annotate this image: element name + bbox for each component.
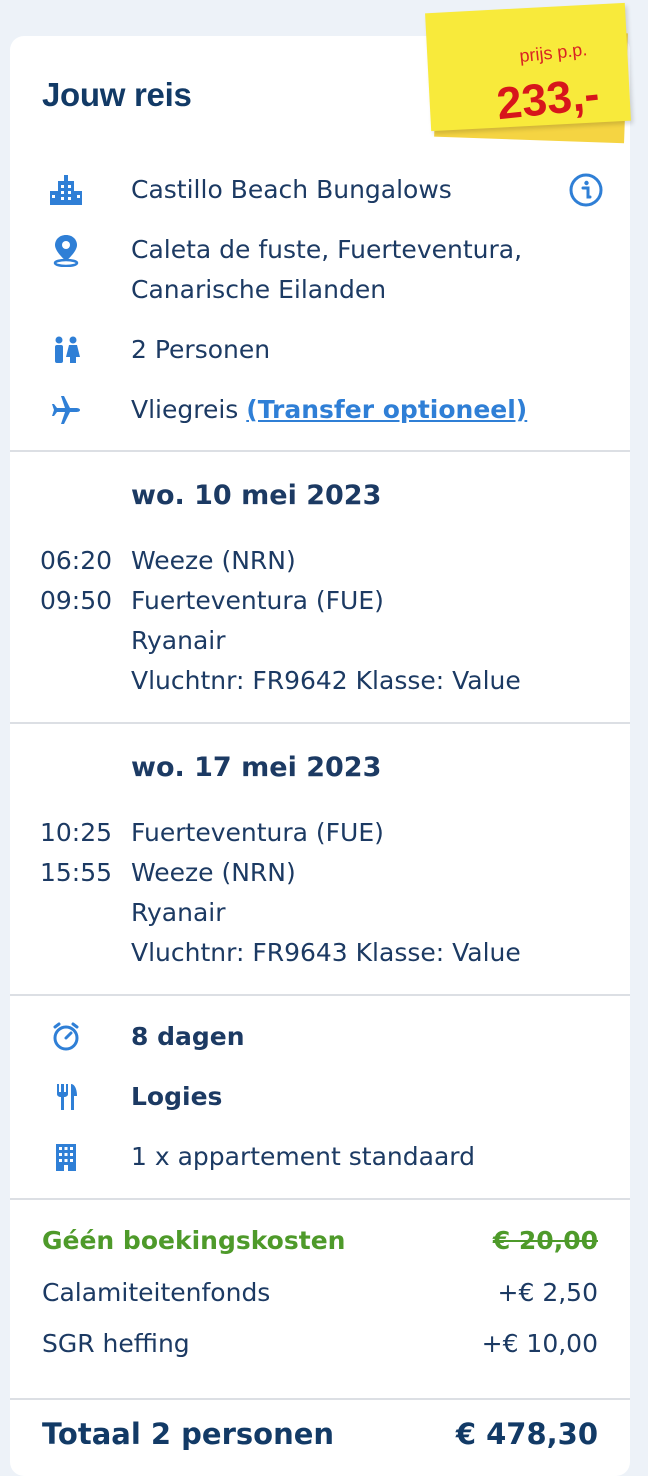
- divider: [10, 722, 630, 724]
- sgr-levy-value: +€ 10,00: [481, 1329, 598, 1358]
- arrival-airport: Fuerteventura (FUE): [131, 586, 384, 615]
- room-type: 1 x appartement standaard: [131, 1142, 475, 1171]
- booking-costs-label: Géén boekingskosten: [42, 1226, 346, 1255]
- calamity-fund-value: +€ 2,50: [497, 1278, 598, 1307]
- persons-row: 2 Personen: [10, 330, 630, 370]
- page-title: Jouw reis: [42, 76, 192, 113]
- persons-icon: [44, 330, 88, 370]
- arrival-time: 09:50: [40, 586, 113, 615]
- total-label: Totaal 2 personen: [42, 1417, 335, 1451]
- cutlery-icon: [44, 1077, 88, 1117]
- departure-airport: Weeze (NRN): [131, 546, 296, 575]
- persons-count: 2 Personen: [131, 335, 271, 364]
- room-row: 1 x appartement standaard: [10, 1137, 630, 1177]
- departure-airport: Fuerteventura (FUE): [131, 818, 384, 847]
- info-icon: [569, 173, 603, 207]
- calamity-fund-label: Calamiteitenfonds: [42, 1278, 271, 1307]
- airline: Ryanair: [131, 626, 226, 655]
- divider: [10, 450, 630, 452]
- airline: Ryanair: [131, 898, 226, 927]
- board-row: Logies: [10, 1077, 630, 1117]
- location-pin-icon: [44, 230, 88, 270]
- travel-type-row: Vliegreis (Transfer optioneel): [10, 390, 630, 430]
- arrival-time: 15:55: [40, 858, 113, 887]
- timer-icon: [44, 1017, 88, 1057]
- price-per-person-label: prijs p.p.: [518, 39, 589, 67]
- building-icon: [44, 1137, 88, 1177]
- info-button[interactable]: [566, 170, 606, 210]
- trip-duration: 8 dagen: [131, 1022, 245, 1051]
- location-row: Caleta de fuste, Fuerteventura, Canarisc…: [10, 230, 630, 310]
- travel-type-label: Vliegreis: [131, 395, 239, 424]
- departure-time: 06:20: [40, 546, 113, 575]
- hotel-name: Castillo Beach Bungalows: [131, 175, 452, 204]
- duration-row: 8 dagen: [10, 1017, 630, 1057]
- flight-date: wo. 10 mei 2023: [131, 480, 382, 511]
- hotel-icon: [44, 170, 88, 210]
- location-line-1: Caleta de fuste, Fuerteventura,: [131, 235, 523, 264]
- divider: [10, 1198, 630, 1200]
- booking-costs-value: € 20,00: [492, 1226, 598, 1255]
- divider: [10, 994, 630, 996]
- price-note: prijs p.p. 233,-: [425, 2, 631, 132]
- location-line-2: Canarische Eilanden: [131, 275, 387, 304]
- plane-icon: [44, 390, 88, 430]
- transfer-optional-link[interactable]: (Transfer optioneel): [246, 395, 527, 424]
- flight-info: Vluchtnr: FR9643 Klasse: Value: [131, 938, 521, 967]
- travel-type: Vliegreis (Transfer optioneel): [131, 390, 527, 430]
- board-type: Logies: [131, 1082, 223, 1111]
- flight-date: wo. 17 mei 2023: [131, 752, 382, 783]
- sgr-levy-label: SGR heffing: [42, 1329, 190, 1358]
- trip-summary-card: Jouw reis Castillo Beach Bungalows Calet…: [10, 36, 630, 1476]
- total-value: € 478,30: [455, 1417, 598, 1451]
- departure-time: 10:25: [40, 818, 113, 847]
- arrival-airport: Weeze (NRN): [131, 858, 296, 887]
- price-per-person: 233,-: [494, 67, 603, 130]
- divider: [10, 1398, 630, 1400]
- hotel-row: Castillo Beach Bungalows: [10, 170, 630, 210]
- flight-info: Vluchtnr: FR9642 Klasse: Value: [131, 666, 521, 695]
